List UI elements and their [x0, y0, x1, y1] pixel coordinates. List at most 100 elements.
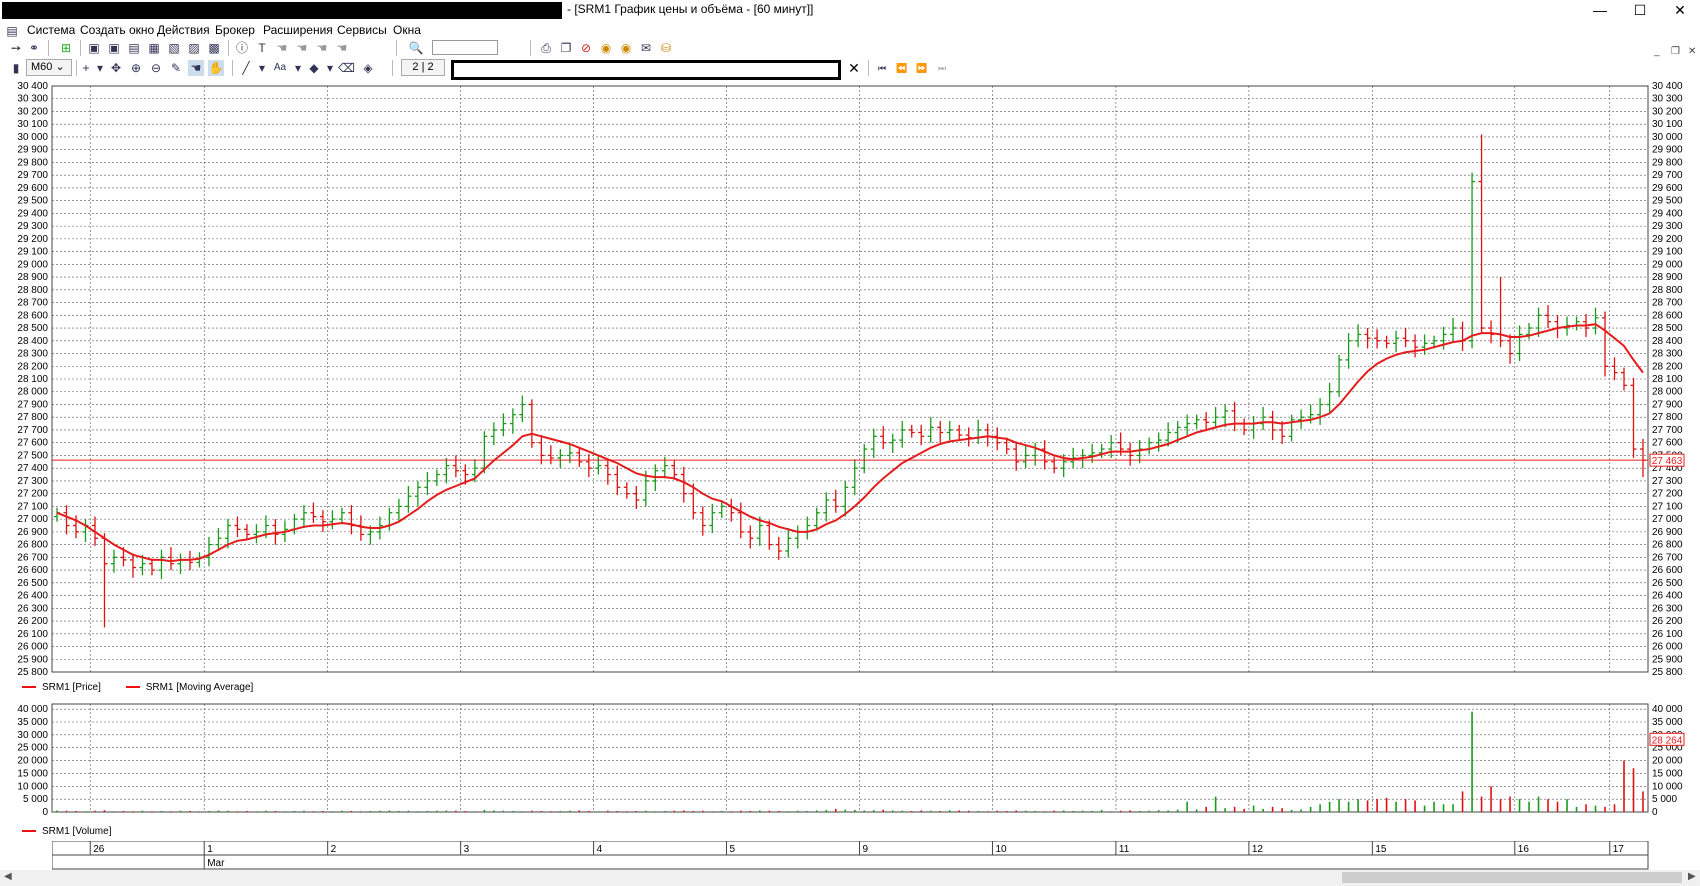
title-bar: - [SRM1 График цены и объёма - [60 минут… — [0, 0, 1700, 24]
pan-icon[interactable]: ☚ — [188, 60, 204, 76]
price-tick-label-left: 28 200 — [17, 361, 48, 372]
price-tick-label-left: 27 100 — [17, 501, 48, 512]
price-tick-label-left: 29 100 — [17, 247, 48, 258]
maximize-button[interactable]: ☐ — [1620, 0, 1660, 22]
first-icon[interactable]: ⏮ — [874, 60, 890, 76]
eraser-icon[interactable]: ⌫ — [338, 60, 355, 76]
legend-label: SRM1 [Moving Average] — [145, 682, 254, 693]
fill-icon[interactable]: ◆ — [306, 60, 322, 76]
font-icon[interactable]: Aa — [272, 60, 288, 76]
stop-icon[interactable]: ⊘ — [578, 40, 594, 56]
text-tool-icon[interactable]: T — [254, 40, 270, 56]
orders-icon[interactable]: ▨ — [186, 40, 202, 56]
alert-icon[interactable]: ◉ — [598, 40, 614, 56]
app-menu-icon[interactable]: ▤ — [4, 23, 20, 39]
price-legend: SRM1 [Price] SRM1 [Moving Average] — [22, 682, 275, 696]
volume-chart[interactable]: 40 00040 00035 00035 00030 00030 00025 0… — [0, 700, 1700, 820]
chevron-down-icon[interactable]: ▾ — [92, 60, 108, 76]
timeframe-value: M60 — [31, 61, 53, 73]
menu-extensions[interactable]: Расширения — [263, 23, 333, 37]
scroll-right-icon[interactable]: ▶ — [1688, 871, 1696, 882]
link-icon[interactable]: ⚭ — [26, 40, 42, 56]
trades-icon[interactable]: ▩ — [206, 40, 222, 56]
price-tick-label-left: 25 800 — [17, 667, 48, 676]
price-tick-label-right: 29 800 — [1652, 157, 1683, 168]
ruler-icon[interactable]: ✎ — [168, 60, 184, 76]
table-icon[interactable]: ▤ — [126, 40, 142, 56]
price-tick-label-left: 26 200 — [17, 616, 48, 627]
volume-tick-label-right: 10 000 — [1652, 781, 1683, 792]
forward-icon[interactable]: ⏩ — [914, 60, 930, 76]
scroll-thumb[interactable] — [1342, 872, 1682, 883]
portfolio-icon[interactable]: ▦ — [146, 40, 162, 56]
price-tick-label-left: 27 400 — [17, 463, 48, 474]
search-icon[interactable]: 🔍 — [408, 40, 424, 56]
price-tick-label-right: 27 600 — [1652, 438, 1683, 449]
menu-new-window[interactable]: Создать окно — [80, 23, 154, 37]
price-chart[interactable]: 25 800 25 80025 900 25 90026 000 26 00026 1… — [0, 80, 1700, 676]
grab-icon[interactable]: ✋ — [208, 60, 224, 76]
price-tick-label-left: 30 400 — [17, 81, 48, 92]
price-tick-label-left: 29 800 — [17, 157, 48, 168]
database-icon[interactable]: ⛁ — [658, 40, 674, 56]
separator — [396, 40, 397, 56]
timeframe-select[interactable]: M60 ⌄ — [26, 59, 72, 76]
redacted-input[interactable] — [451, 60, 841, 80]
last-icon[interactable]: ⏭ — [934, 60, 950, 76]
window-icon[interactable]: ▣ — [86, 40, 102, 56]
settings-icon[interactable]: ◉ — [618, 40, 634, 56]
chevron-down-icon[interactable]: ▾ — [254, 60, 270, 76]
hand-icon[interactable]: ☚ — [334, 40, 350, 56]
page-indicator[interactable]: 2 | 2 — [401, 59, 445, 76]
copy-icon[interactable]: ❐ — [558, 40, 574, 56]
price-tick-label-right: 30 300 — [1652, 94, 1683, 105]
line-tool-icon[interactable]: ╱ — [238, 60, 254, 76]
price-tick-label-left: 29 700 — [17, 170, 48, 181]
legend-swatch — [125, 686, 140, 689]
minimize-button[interactable]: — — [1580, 0, 1620, 22]
scroll-left-icon[interactable]: ◀ — [4, 871, 12, 882]
menu-services[interactable]: Сервисы — [337, 23, 387, 37]
info-icon[interactable]: ⓘ — [234, 40, 250, 56]
close-button[interactable]: ✕ — [1660, 0, 1700, 22]
search-input[interactable] — [432, 40, 498, 55]
main-toolbar: ➙ ⚭ ⊞ ▣ ▣ ▤ ▦ ▧ ▨ ▩ ⓘ T ☚ ☚ ☚ ☚ 🔍 ⎙ ❐ ⊘ … — [0, 38, 1700, 58]
price-tick-label-left: 28 500 — [17, 323, 48, 334]
date-label: 12 — [1252, 844, 1264, 855]
price-tick-label-right: 30 100 — [1652, 119, 1683, 130]
menu-system[interactable]: Система — [27, 23, 75, 37]
layers-icon[interactable]: ◈ — [360, 60, 376, 76]
menu-broker[interactable]: Брокер — [215, 23, 255, 37]
hand-icon[interactable]: ☚ — [294, 40, 310, 56]
hand-icon[interactable]: ☚ — [274, 40, 290, 56]
price-tick-label-left: 26 900 — [17, 527, 48, 538]
price-tick-label-right: 28 100 — [1652, 374, 1683, 385]
price-tick-label-left: 28 300 — [17, 349, 48, 360]
chart-window-icon[interactable]: ▣ — [106, 40, 122, 56]
price-tick-label-right: 28 500 — [1652, 323, 1683, 334]
menu-actions[interactable]: Действия — [157, 23, 210, 37]
print-icon[interactable]: ⎙ — [538, 40, 554, 56]
close-icon[interactable]: ✕ — [846, 60, 862, 76]
chevron-down-icon[interactable]: ▾ — [290, 60, 306, 76]
hand-icon[interactable]: ☚ — [314, 40, 330, 56]
chart-type-icon[interactable]: ▮ — [8, 60, 24, 76]
move-icon[interactable]: ✥ — [108, 60, 124, 76]
horizontal-scrollbar[interactable]: ◀ ▶ — [0, 870, 1700, 886]
search-window-icon[interactable]: ▧ — [166, 40, 182, 56]
chevron-down-icon[interactable]: ▾ — [322, 60, 338, 76]
rewind-icon[interactable]: ⏪ — [894, 60, 910, 76]
zoom-in-icon[interactable]: ⊕ — [128, 60, 144, 76]
price-tick-label-right: 29 300 — [1652, 221, 1683, 232]
price-tick-label-left: 30 000 — [17, 132, 48, 143]
zoom-out-icon[interactable]: ⊖ — [148, 60, 164, 76]
new-chart-icon[interactable]: ⊞ — [58, 40, 74, 56]
mail-icon[interactable]: ✉ — [638, 40, 654, 56]
arrow-tool-icon[interactable]: ➙ — [8, 40, 24, 56]
menu-windows[interactable]: Окна — [393, 23, 421, 37]
page-indicator-text: 2 | 2 — [412, 61, 434, 73]
price-tick-label-left: 27 200 — [17, 489, 48, 500]
price-tick-label-left: 29 900 — [17, 145, 48, 156]
price-tick-label-right: 29 500 — [1652, 196, 1683, 207]
current-volume-label: 28 264 — [1652, 735, 1683, 746]
